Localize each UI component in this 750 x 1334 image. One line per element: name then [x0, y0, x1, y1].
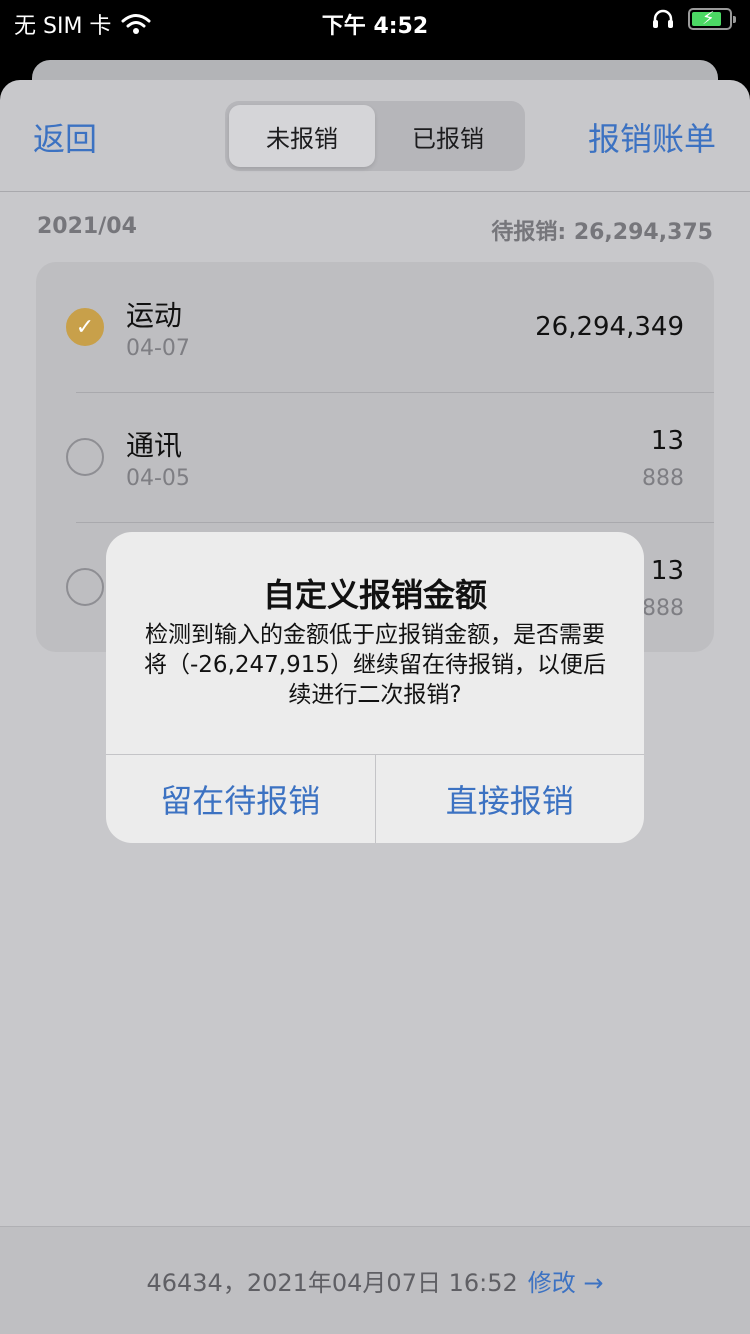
tab-unreimbursed[interactable]: 未报销 — [229, 105, 375, 167]
item-amount: 13 — [650, 426, 684, 456]
headphones-icon — [653, 9, 673, 28]
nav-bar: 返回 未报销 已报销 报销账单 — [0, 80, 750, 192]
item-title: 通讯 — [126, 429, 183, 462]
unchecked-circle-icon[interactable] — [66, 568, 104, 606]
battery-cap — [733, 16, 736, 23]
alert-message: 检测到输入的金额低于应报销金额，是否需要将（-26,247,915）继续留在待报… — [144, 622, 606, 708]
keep-pending-button[interactable]: 留在待报销 — [106, 755, 375, 843]
list-item[interactable]: ✓ 运动 04-07 26,294,349 — [36, 262, 714, 392]
reimburse-directly-button[interactable]: 直接报销 — [374, 755, 645, 843]
bolt-icon: ⚡ — [702, 8, 715, 29]
back-button[interactable]: 返回 — [33, 114, 97, 160]
record-footer: 46434，2021年04月07日 16:52 修改 → — [0, 1226, 750, 1334]
item-title: 运动 — [126, 299, 183, 332]
unchecked-circle-icon[interactable] — [66, 438, 104, 476]
reimbursement-bills-button[interactable]: 报销账单 — [588, 114, 716, 160]
tab-reimbursed[interactable]: 已报销 — [375, 105, 521, 167]
item-sub-amount: 888 — [642, 466, 684, 491]
checkmark-icon[interactable]: ✓ — [66, 308, 104, 346]
record-info: 46434，2021年04月07日 16:52 — [146, 1269, 518, 1297]
status-right: ⚡ — [652, 8, 736, 30]
battery-charging-icon: ⚡ — [688, 8, 736, 30]
item-date: 04-07 — [126, 336, 190, 361]
alert-actions: 留在待报销 直接报销 — [106, 754, 644, 843]
alert-title: 自定义报销金额 — [262, 576, 487, 614]
status-time: 下午 4:52 — [321, 14, 429, 39]
section-month: 2021/04 — [37, 214, 137, 239]
pending-total: 待报销: 26,294,375 — [491, 220, 713, 245]
item-date: 04-05 — [126, 466, 190, 491]
edit-link[interactable]: 修改 → — [528, 1263, 604, 1298]
list-item[interactable]: 通讯 04-05 13 888 — [36, 392, 714, 522]
custom-amount-alert: 自定义报销金额 检测到输入的金额低于应报销金额，是否需要将（-26,247,91… — [106, 532, 644, 843]
status-segmented-control: 未报销 已报销 — [225, 101, 525, 171]
status-bar: 无 SIM 卡 下午 4:52 ⚡ — [0, 0, 750, 44]
item-sub-amount: 888 — [642, 596, 684, 621]
item-amount: 13 — [650, 556, 684, 586]
item-amount: 26,294,349 — [535, 312, 684, 342]
